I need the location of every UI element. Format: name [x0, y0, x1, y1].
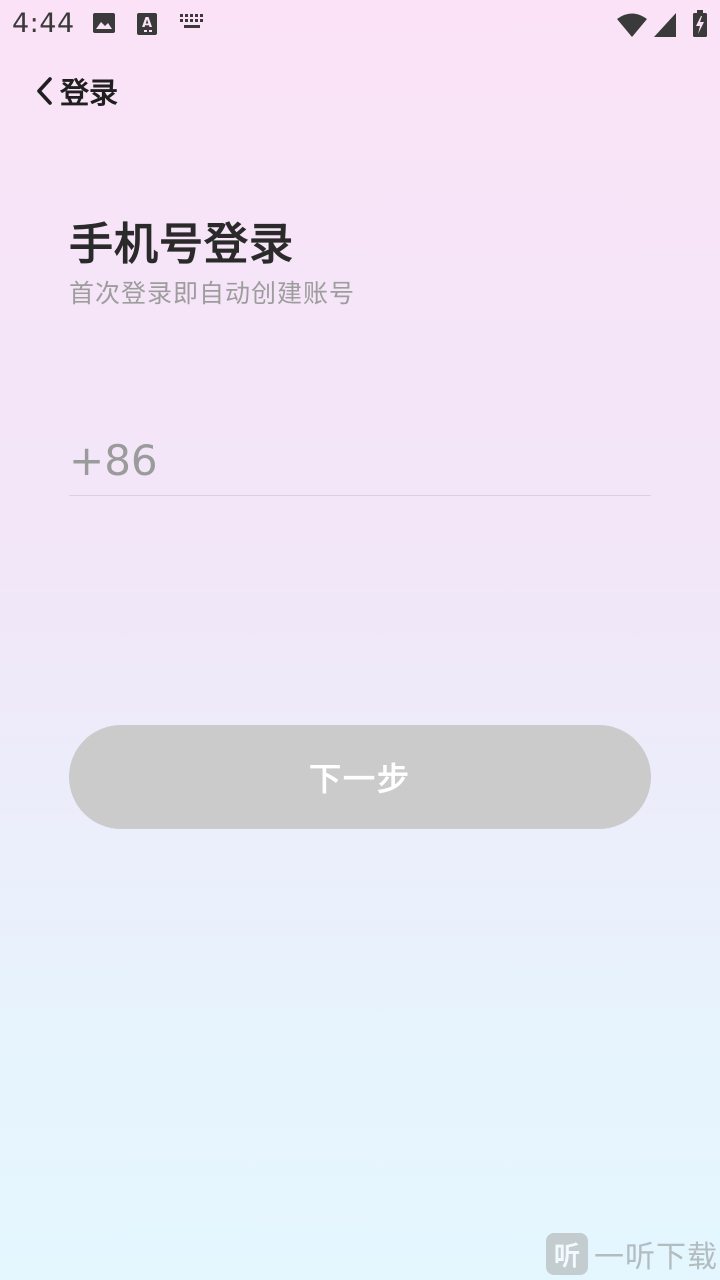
phone-input[interactable]: [159, 429, 651, 491]
watermark: 听 一听下载: [546, 1232, 718, 1276]
text-a-icon: A: [136, 12, 158, 40]
back-nav[interactable]: 登录: [30, 66, 118, 116]
chevron-left-icon[interactable]: [30, 71, 58, 111]
keyboard-icon: [179, 12, 205, 36]
svg-text:A: A: [142, 16, 152, 31]
wifi-icon: [616, 12, 648, 42]
page-subtitle: 首次登录即自动创建账号: [69, 279, 356, 308]
image-icon: [92, 12, 116, 38]
country-code[interactable]: +86: [69, 436, 159, 485]
status-time: 4:44: [12, 8, 75, 39]
page-title: 手机号登录: [69, 219, 294, 270]
watermark-logo: 听: [546, 1233, 588, 1275]
next-step-button[interactable]: 下一步: [69, 725, 651, 829]
nav-title: 登录: [60, 76, 119, 110]
phone-field-row: +86: [69, 425, 651, 496]
watermark-text: 一听下载: [594, 1240, 718, 1275]
status-bar: 4:44 A: [0, 0, 720, 50]
battery-charging-icon: [692, 10, 708, 42]
signal-icon: [653, 12, 677, 42]
